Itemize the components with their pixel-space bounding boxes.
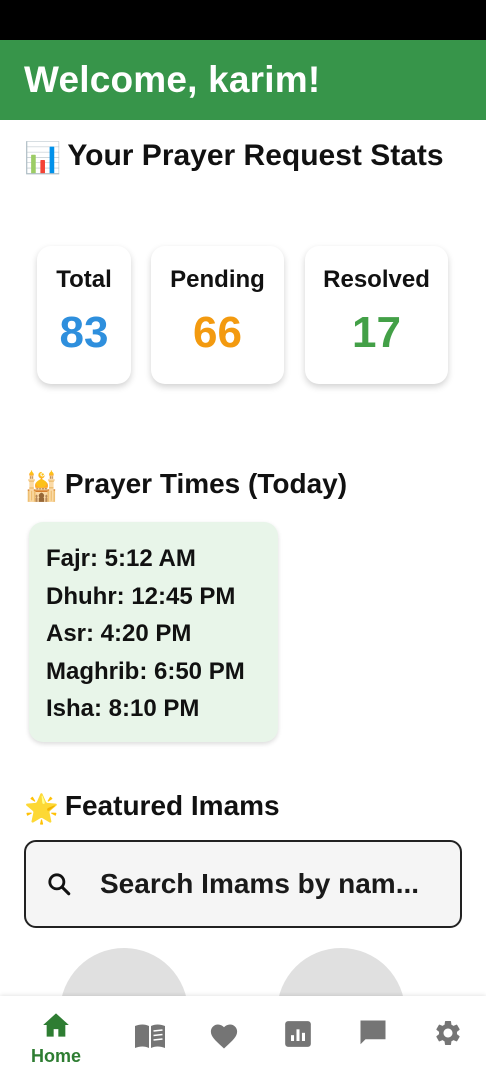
bar-chart-emoji-icon: 📊 [24, 142, 62, 175]
prayer-time-asr: Asr: 4:20 PM [46, 620, 192, 647]
home-icon [43, 1013, 69, 1037]
stats-title-text: Your Prayer Request Stats [67, 139, 444, 172]
stat-card-total: Total 83 [37, 246, 131, 384]
stat-label-pending: Pending [170, 266, 265, 293]
heart-icon [210, 1024, 238, 1049]
app-header: Welcome, karim! [0, 40, 486, 120]
nav-item-settings[interactable] [418, 996, 478, 1080]
welcome-title: Welcome, karim! [24, 59, 321, 100]
imam-search-input[interactable] [100, 868, 440, 900]
stat-card-resolved: Resolved 17 [305, 246, 448, 384]
stats-icon [285, 1021, 311, 1047]
imam-search-box[interactable] [24, 840, 462, 928]
search-icon [48, 873, 71, 896]
stat-label-resolved: Resolved [323, 266, 430, 293]
chat-icon [360, 1020, 386, 1045]
status-bar [0, 0, 486, 40]
nav-item-stats[interactable] [268, 996, 328, 1080]
prayer-time-isha: Isha: 8:10 PM [46, 695, 200, 722]
stat-card-pending: Pending 66 [151, 246, 284, 384]
prayer-time-fajr: Fajr: 5:12 AM [46, 545, 196, 572]
stat-value-pending: 66 [193, 308, 242, 357]
nav-item-home[interactable]: Home [26, 996, 86, 1080]
nav-item-messages[interactable] [343, 996, 403, 1080]
mosque-emoji-icon: 🕌 [24, 471, 59, 502]
nav-item-library[interactable] [120, 996, 180, 1080]
prayer-times-title-text: Prayer Times (Today) [64, 468, 348, 499]
stat-value-resolved: 17 [352, 308, 401, 357]
prayer-times-card: Fajr: 5:12 AM Dhuhr: 12:45 PM Asr: 4:20 … [29, 522, 278, 742]
star-emoji-icon: 🌟 [24, 793, 59, 824]
nav-item-favorites[interactable] [194, 996, 254, 1080]
book-icon [135, 1024, 165, 1048]
stat-value-total: 83 [59, 308, 109, 357]
featured-imams-title-text: Featured Imams [64, 790, 280, 821]
stat-label-total: Total [56, 266, 112, 293]
nav-label-home: Home [30, 1046, 81, 1066]
stats-section-title: 📊 Your Prayer Request Stats [24, 132, 444, 183]
featured-imams-title: 🌟 Featured Imams [24, 782, 280, 833]
bottom-nav: Home [0, 996, 486, 1080]
prayer-times-title: 🕌 Prayer Times (Today) [24, 460, 347, 511]
prayer-time-maghrib: Maghrib: 6:50 PM [46, 657, 245, 685]
prayer-time-dhuhr: Dhuhr: 12:45 PM [46, 582, 236, 610]
gear-icon [436, 1021, 460, 1045]
